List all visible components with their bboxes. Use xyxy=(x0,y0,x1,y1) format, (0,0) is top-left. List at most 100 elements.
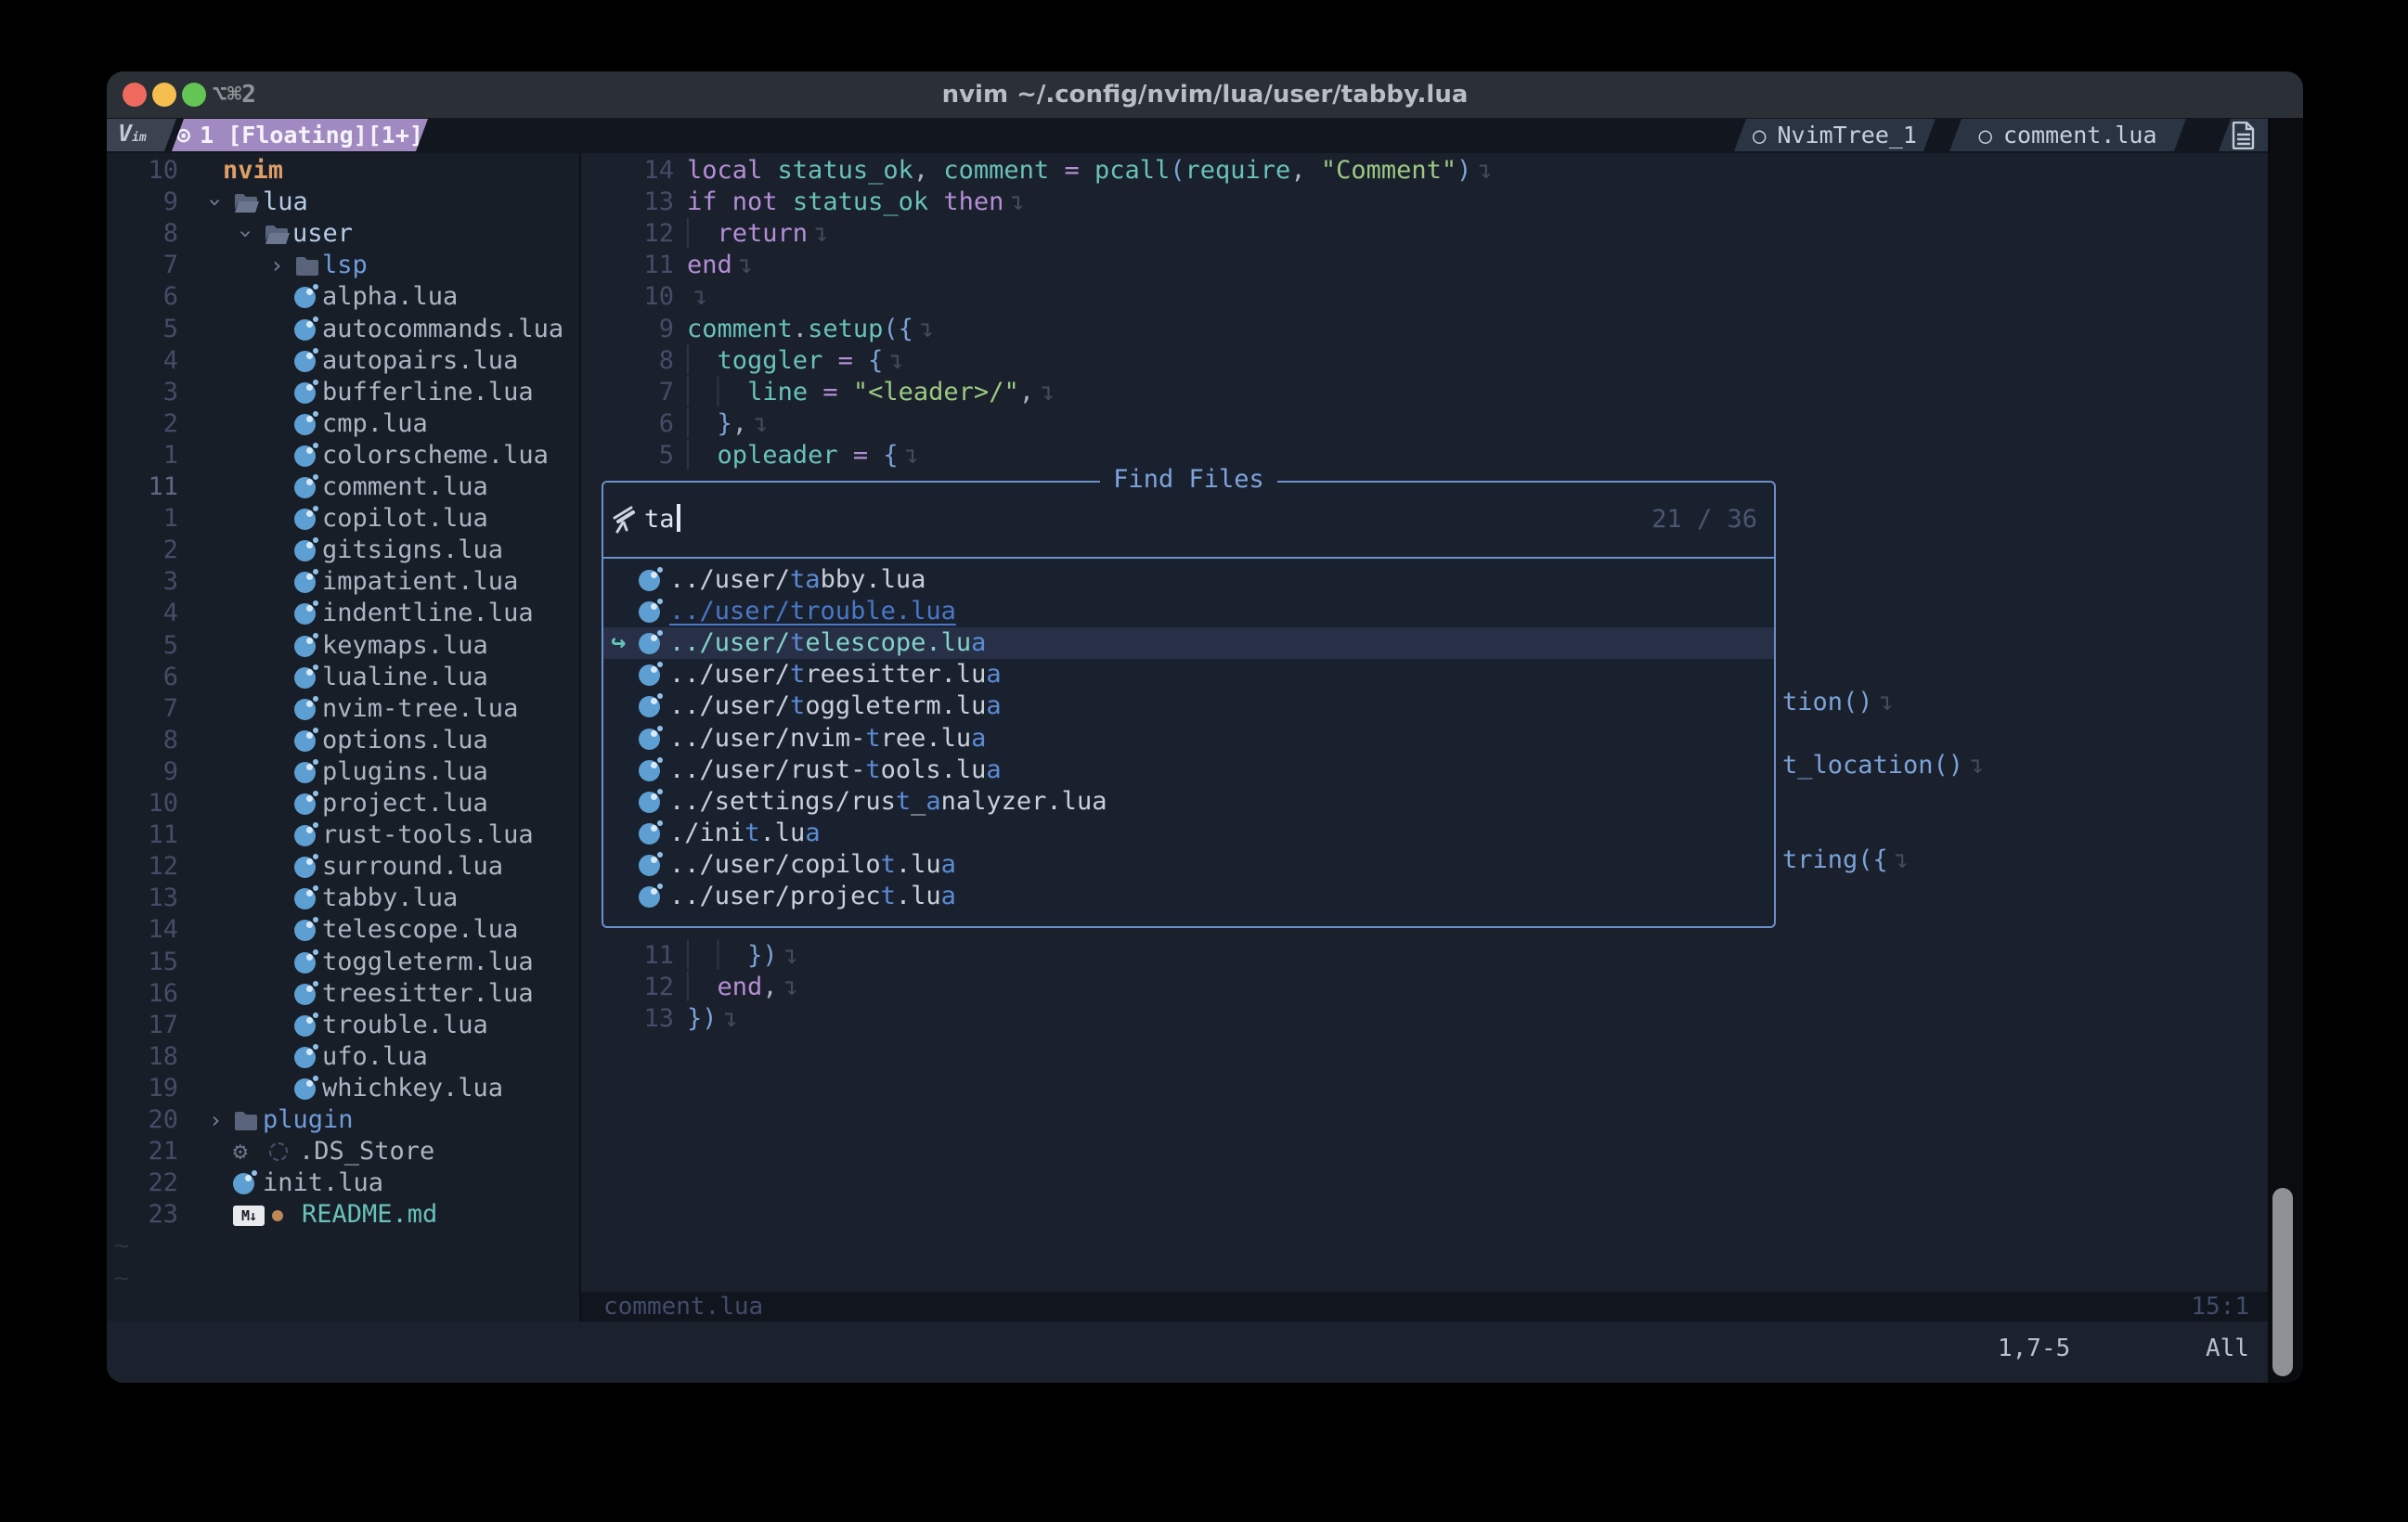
lua-file-icon xyxy=(294,1015,316,1037)
tree-row[interactable]: 7nvim-tree.lua xyxy=(107,693,579,725)
tree-row[interactable]: 1copilot.lua xyxy=(107,503,579,535)
lua-file-icon xyxy=(294,857,316,878)
line-number: 21 xyxy=(107,1136,178,1167)
code-line[interactable]: 10↴ xyxy=(581,281,2268,313)
scrollbar-track[interactable] xyxy=(2268,118,2303,1383)
result-item[interactable]: ../user/nvim-tree.lua xyxy=(603,723,1774,755)
tree-row[interactable]: 8options.lua xyxy=(107,725,579,756)
file-label: lualine.lua xyxy=(322,662,488,693)
lua-file-icon xyxy=(294,825,316,846)
file-label: lua xyxy=(263,187,308,218)
result-item[interactable]: ./init.lua xyxy=(603,818,1774,849)
tree-row[interactable]: 6lualine.lua xyxy=(107,662,579,693)
code-line[interactable]: 7▏ ▏ line = "<leader>/",↴ xyxy=(581,377,2268,408)
line-number: 12 xyxy=(581,972,674,1003)
tree-row[interactable]: 11rust-tools.lua xyxy=(107,819,579,851)
lua-file-icon xyxy=(294,477,316,498)
line-number: 6 xyxy=(581,408,674,440)
tree-row[interactable]: 9plugins.lua xyxy=(107,756,579,788)
code-line[interactable]: 12▏ return↴ xyxy=(581,218,2268,250)
line-number: 16 xyxy=(107,978,178,1010)
tree-row[interactable]: 16treesitter.lua xyxy=(107,978,579,1010)
line-number: 14 xyxy=(107,914,178,946)
line-number: 17 xyxy=(107,1010,178,1041)
window-titlebar[interactable]: ⌥⌘2 nvim ~/.config/nvim/lua/user/tabby.l… xyxy=(107,71,2303,119)
code-line[interactable]: 11end↴ xyxy=(581,250,2268,281)
result-item[interactable]: ../user/project.lua xyxy=(603,881,1774,912)
result-item[interactable]: ../user/treesitter.lua xyxy=(603,659,1774,690)
code-line[interactable]: 6▏ },↴ xyxy=(581,408,2268,440)
result-item[interactable]: ../user/rust-tools.lua xyxy=(603,755,1774,786)
scrollbar-thumb[interactable] xyxy=(2272,1188,2293,1376)
result-item[interactable]: ../user/toggleterm.lua xyxy=(603,690,1774,722)
nvimtree-pane[interactable]: 10nvim9›lua8›user7›lsp6alpha.lua5autocom… xyxy=(107,153,579,1322)
tree-row[interactable]: 5autocommands.lua xyxy=(107,314,579,345)
result-item[interactable]: ../user/tabby.lua xyxy=(603,564,1774,596)
tree-row[interactable]: 5keymaps.lua xyxy=(107,630,579,662)
tree-row[interactable]: 9›lua xyxy=(107,187,579,218)
tree-row[interactable]: 21⚙.DS_Store xyxy=(107,1136,579,1167)
code-line[interactable]: 13if not status_ok then↴ xyxy=(581,187,2268,218)
empty-line-tilde: ~ xyxy=(114,1231,129,1262)
eol-marker: ↴ xyxy=(1003,187,1024,216)
tree-row[interactable]: 15toggleterm.lua xyxy=(107,947,579,978)
code-line[interactable]: 13})↴ xyxy=(581,1003,2268,1035)
tree-row[interactable]: 10project.lua xyxy=(107,788,579,819)
tree-row[interactable]: 2cmp.lua xyxy=(107,408,579,440)
lua-file-icon xyxy=(294,762,316,783)
line-number: 18 xyxy=(107,1041,178,1073)
tree-row[interactable]: 13tabby.lua xyxy=(107,883,579,914)
tree-row[interactable]: 14telescope.lua xyxy=(107,914,579,946)
tree-row[interactable]: 3impatient.lua xyxy=(107,566,579,598)
line-number: 23 xyxy=(107,1199,178,1231)
code-line[interactable]: 9comment.setup({↴ xyxy=(581,314,2268,345)
tree-row[interactable]: 20›plugin xyxy=(107,1104,579,1136)
line-number: 9 xyxy=(107,187,178,218)
tree-row[interactable]: 6alpha.lua xyxy=(107,281,579,313)
tree-row[interactable]: 1colorscheme.lua xyxy=(107,440,579,471)
tab-nvimtree[interactable]: ○ NvimTree_1 xyxy=(1734,119,1935,151)
lua-file-icon xyxy=(294,382,316,404)
code-line[interactable]: 8▏ toggler = {↴ xyxy=(581,345,2268,377)
tree-row[interactable]: 7›lsp xyxy=(107,250,579,281)
tree-row[interactable]: 3bufferline.lua xyxy=(107,377,579,408)
lua-file-icon xyxy=(294,984,316,1005)
line-number: 11 xyxy=(107,471,178,503)
file-label: gitsigns.lua xyxy=(322,535,503,566)
code-line[interactable]: 11▏ ▏ })↴ xyxy=(581,940,2268,972)
circle-icon: ○ xyxy=(1978,123,1991,148)
tree-row[interactable]: 12surround.lua xyxy=(107,851,579,883)
result-item[interactable]: ../settings/rust_analyzer.lua xyxy=(603,786,1774,818)
line-number: 1 xyxy=(107,503,178,535)
tree-row[interactable]: 19whichkey.lua xyxy=(107,1073,579,1104)
lua-file-icon xyxy=(639,855,660,876)
buffer-list-button[interactable] xyxy=(2219,119,2268,151)
result-item[interactable]: ../user/copilot.lua xyxy=(603,849,1774,881)
result-item[interactable]: ↪../user/telescope.lua xyxy=(603,627,1774,659)
line-number: 10 xyxy=(107,155,178,187)
tree-row[interactable]: 17trouble.lua xyxy=(107,1010,579,1041)
tab-floating[interactable]: ⊙ 1 [Floating][1+] xyxy=(172,119,428,151)
tree-row[interactable]: 23M↓README.md xyxy=(107,1199,579,1231)
tree-row[interactable]: 11comment.lua xyxy=(107,471,579,503)
tree-row[interactable]: 22init.lua xyxy=(107,1167,579,1199)
file-label: plugins.lua xyxy=(322,756,488,788)
search-input[interactable]: ta 21 / 36 xyxy=(603,483,1774,557)
tree-row[interactable]: 8›user xyxy=(107,218,579,250)
tree-row[interactable]: 4autopairs.lua xyxy=(107,345,579,377)
tab-comment-lua[interactable]: ○ comment.lua xyxy=(1949,119,2186,151)
tree-row[interactable]: 2gitsigns.lua xyxy=(107,535,579,566)
tree-row[interactable]: 10nvim xyxy=(107,155,579,187)
tree-row[interactable]: 4indentline.lua xyxy=(107,598,579,629)
lua-file-icon xyxy=(639,760,660,781)
code-line[interactable]: 14local status_ok, comment = pcall(requi… xyxy=(581,155,2268,187)
result-item[interactable]: ../user/trouble.lua xyxy=(603,596,1774,627)
results-list: ../user/tabby.lua../user/trouble.lua↪../… xyxy=(603,562,1774,926)
lua-file-icon xyxy=(294,920,316,941)
file-label: nvim-tree.lua xyxy=(322,693,518,725)
tree-row[interactable]: 18ufo.lua xyxy=(107,1041,579,1073)
eol-marker: ↴ xyxy=(1034,378,1055,406)
code-editor[interactable]: 14local status_ok, comment = pcall(requi… xyxy=(581,153,2268,1322)
line-number: 13 xyxy=(107,883,178,914)
code-line[interactable]: 12▏ end,↴ xyxy=(581,972,2268,1003)
